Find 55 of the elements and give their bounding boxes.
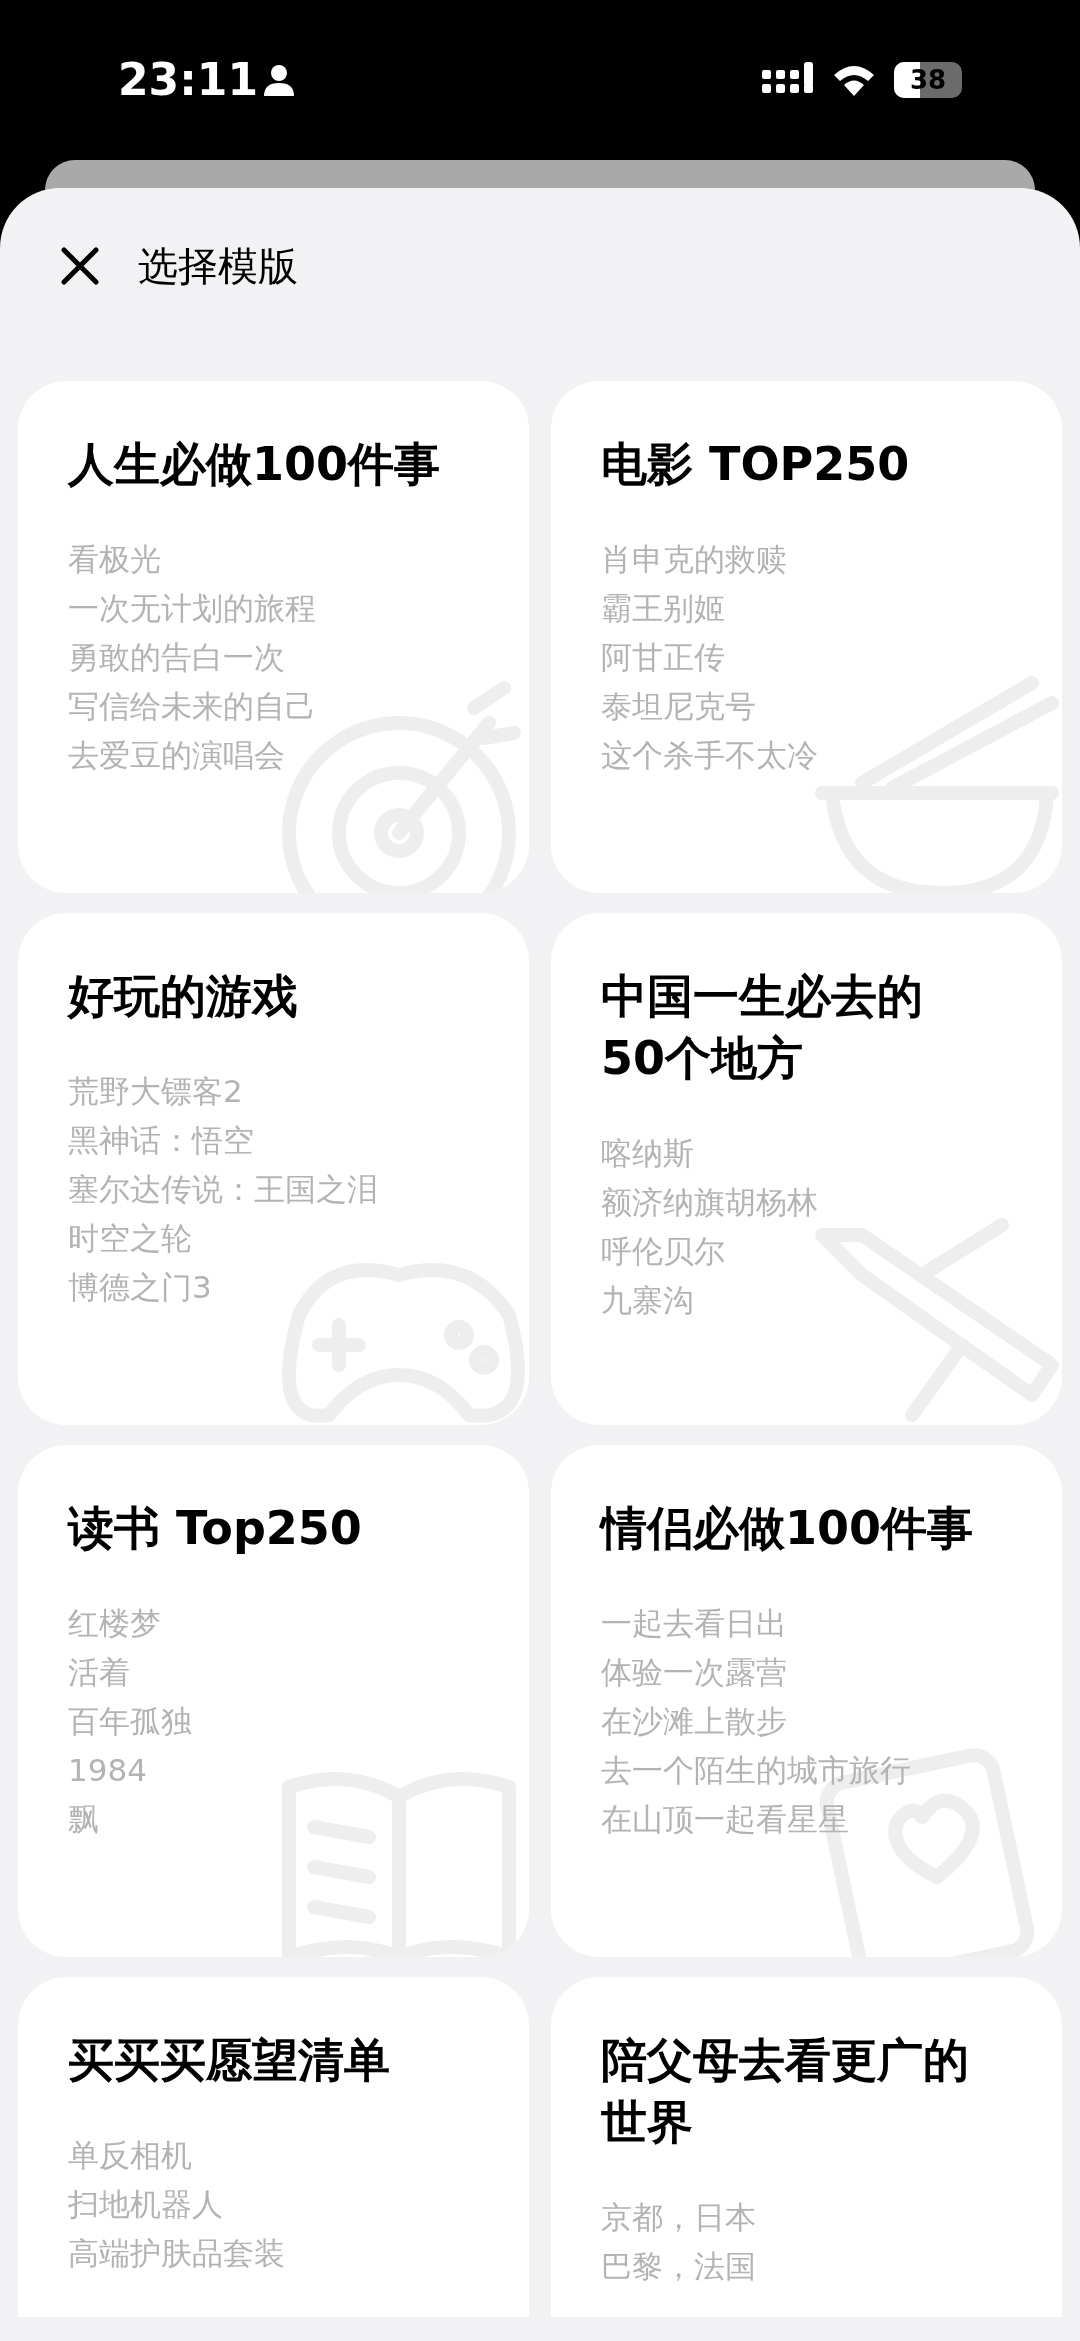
template-item: 一起去看日出 <box>601 1604 788 1643</box>
template-item: 看极光 <box>68 540 162 579</box>
template-item: 百年孤独 <box>68 1702 193 1741</box>
template-item: 时空之轮 <box>68 1219 193 1258</box>
template-card[interactable]: 电影 TOP250 肖申克的救赎 霸王别姬 阿甘正传 泰坦尼克号 这个杀手不太冷 <box>551 381 1062 893</box>
template-title: 中国一生必去的50个地方 <box>601 968 924 1087</box>
template-item: 飘 <box>68 1800 100 1839</box>
template-item: 在沙滩上散步 <box>601 1702 788 1741</box>
template-item: 去爱豆的演唱会 <box>68 736 286 775</box>
template-item: 荒野大镖客2 <box>68 1072 244 1111</box>
status-time: 23:11 <box>118 53 259 107</box>
sheet-title: 选择模版 <box>138 242 298 291</box>
person-icon <box>264 64 295 96</box>
template-item: 泰坦尼克号 <box>601 687 757 726</box>
template-item: 阿甘正传 <box>601 638 726 677</box>
template-title: 陪父母去看更广的世界 <box>601 2032 970 2151</box>
template-item: 博德之门3 <box>68 1268 213 1307</box>
template-item: 红楼梦 <box>68 1604 162 1643</box>
template-item: 去一个陌生的城市旅行 <box>601 1751 912 1790</box>
template-item: 1984 <box>68 1751 148 1790</box>
template-item: 喀纳斯 <box>601 1134 695 1173</box>
template-item: 呼伦贝尔 <box>601 1232 726 1271</box>
template-title: 好玩的游戏 <box>68 968 299 1025</box>
template-title: 电影 TOP250 <box>601 436 911 493</box>
template-item: 九寨沟 <box>601 1281 695 1320</box>
wifi-icon <box>832 63 876 97</box>
close-icon[interactable] <box>60 246 100 286</box>
template-item: 京都，日本 <box>601 2198 757 2237</box>
template-title: 买买买愿望清单 <box>68 2032 391 2089</box>
template-title: 读书 Top250 <box>68 1500 363 1557</box>
template-item: 霸王别姬 <box>601 589 726 628</box>
template-item: 扫地机器人 <box>68 2185 224 2224</box>
template-card[interactable]: 情侣必做100件事 一起去看日出 体验一次露营 在沙滩上散步 去一个陌生的城市旅行 在山顶一起看星星 <box>551 1445 1062 1957</box>
template-item: 体验一次露营 <box>601 1653 788 1692</box>
template-item: 高端护肤品套装 <box>68 2234 286 2273</box>
template-card[interactable]: 读书 Top250 红楼梦 活着 百年孤独 1984 飘 <box>18 1445 529 1957</box>
template-item: 在山顶一起看星星 <box>601 1800 850 1839</box>
template-item: 一次无计划的旅程 <box>68 589 317 628</box>
template-card[interactable]: 买买买愿望清单 单反相机 扫地机器人 高端护肤品套装 <box>18 1977 529 2317</box>
template-item: 塞尔达传说：王国之泪 <box>68 1170 379 1209</box>
template-item: 巴黎，法国 <box>601 2247 757 2286</box>
template-item: 黑神话：悟空 <box>68 1121 255 1160</box>
template-item: 这个杀手不太冷 <box>601 736 819 775</box>
template-item: 肖申克的救赎 <box>601 540 788 579</box>
template-item: 勇敢的告白一次 <box>68 638 286 677</box>
template-card[interactable]: 好玩的游戏 荒野大镖客2 黑神话：悟空 塞尔达传说：王国之泪 时空之轮 博德之门3 <box>18 913 529 1425</box>
template-item: 单反相机 <box>68 2136 193 2175</box>
template-card[interactable]: 人生必做100件事 看极光 一次无计划的旅程 勇敢的告白一次 写信给未来的自己 去爱豆的演唱会 <box>18 381 529 893</box>
template-item: 活着 <box>68 1653 131 1692</box>
template-item: 写信给未来的自己 <box>68 687 317 726</box>
template-title: 情侣必做100件事 <box>601 1500 975 1557</box>
template-card[interactable]: 中国一生必去的50个地方 喀纳斯 额济纳旗胡杨林 呼伦贝尔 九寨沟 <box>551 913 1062 1425</box>
template-card[interactable]: 陪父母去看更广的世界 京都，日本 巴黎，法国 <box>551 1977 1062 2317</box>
template-title: 人生必做100件事 <box>68 436 442 493</box>
template-item: 额济纳旗胡杨林 <box>601 1183 819 1222</box>
